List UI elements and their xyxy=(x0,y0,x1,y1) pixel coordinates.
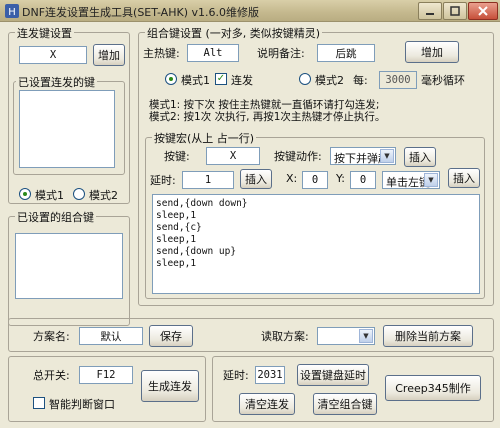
close-button[interactable] xyxy=(468,2,498,20)
keyboard-delay-input[interactable]: 2031 xyxy=(255,366,285,384)
clear-combo-button[interactable]: 清空组合键 xyxy=(313,393,377,415)
macro-insert-delay-button[interactable]: 插入 xyxy=(240,169,272,189)
script-line: sleep,1 xyxy=(156,210,197,221)
macro-delay-label: 延时: xyxy=(150,174,176,187)
master-switch-group: 总开关: F12 生成连发 智能判断窗口 xyxy=(8,356,206,422)
combo-mode1-radio[interactable] xyxy=(165,73,177,85)
set-combo-keys-legend: 已设置的组合键 xyxy=(15,209,96,225)
close-icon xyxy=(478,6,488,16)
script-line: send,{c} xyxy=(156,222,202,233)
burst-mode1-label: 模式1 xyxy=(35,189,64,202)
x-label: X: xyxy=(286,172,298,185)
set-burst-keys-group: 已设置连发的键 xyxy=(13,74,125,175)
combo-settings-legend: 组合键设置 (一对多, 类似按键精灵) xyxy=(145,25,323,41)
maximize-icon xyxy=(450,6,460,16)
y-input[interactable]: 0 xyxy=(350,171,376,189)
combo-add-button[interactable]: 增加 xyxy=(405,41,459,63)
macro-script-editor[interactable]: send,{down down} sleep,1 send,{c} sleep,1 se… xyxy=(152,194,480,294)
interval-unit-label: 毫秒循环 xyxy=(421,74,465,87)
chevron-down-icon: ▼ xyxy=(380,149,394,163)
macro-key-label: 按键: xyxy=(164,150,190,163)
macro-legend: 按键宏(从上 占一行) xyxy=(152,130,257,146)
burst-mode1-radio[interactable] xyxy=(19,188,31,200)
macro-group: 按键宏(从上 占一行) 按键: X 按键动作: 按下并弹起 ▼ 插入 延时: 1… xyxy=(145,130,485,299)
app-icon: H xyxy=(5,4,19,18)
svg-text:H: H xyxy=(8,7,16,18)
set-combo-keys-group: 已设置的组合键 xyxy=(8,209,130,326)
combo-mode1-label: 模式1 xyxy=(181,74,210,87)
delete-scheme-button[interactable]: 删除当前方案 xyxy=(383,325,473,347)
scheme-group: 方案名: 默认 保存 读取方案: ▼ 删除当前方案 xyxy=(8,318,494,352)
load-scheme-label: 读取方案: xyxy=(261,330,309,343)
scheme-name-input[interactable]: 默认 xyxy=(79,327,143,345)
generate-burst-button[interactable]: 生成连发 xyxy=(141,370,199,402)
credit-button[interactable]: Creep345制作 xyxy=(385,375,481,401)
script-line: send,{down down} xyxy=(156,198,248,209)
macro-action-select[interactable]: 按下并弹起 ▼ xyxy=(330,147,396,165)
burst-key-input[interactable]: X xyxy=(19,46,87,64)
window-client: 连发键设置 X 增加 已设置连发的键 模式1 模式2 已设置的组合键 组合键设置… xyxy=(0,22,500,428)
maximize-button[interactable] xyxy=(443,2,467,20)
burst-mode2-radio[interactable] xyxy=(73,188,85,200)
macro-delay-input[interactable]: 1 xyxy=(182,171,234,189)
y-label: Y: xyxy=(336,172,345,185)
keyboard-delay-label: 延时: xyxy=(223,369,249,382)
scheme-save-button[interactable]: 保存 xyxy=(149,325,193,347)
burst-add-button[interactable]: 增加 xyxy=(93,44,125,66)
macro-insert-mouse-button[interactable]: 插入 xyxy=(448,168,480,188)
chevron-down-icon: ▼ xyxy=(359,329,373,343)
script-line: sleep,1 xyxy=(156,258,197,269)
macro-insert-key-button[interactable]: 插入 xyxy=(404,147,436,167)
mouse-action-select[interactable]: 单击左键 ▼ xyxy=(382,171,440,189)
scheme-name-label: 方案名: xyxy=(33,330,70,343)
load-scheme-select[interactable]: ▼ xyxy=(317,327,375,345)
macro-key-input[interactable]: X xyxy=(206,147,260,165)
combo-keys-list[interactable] xyxy=(15,233,123,299)
combo-mode2-label: 模式2 xyxy=(315,74,344,87)
combo-mode2-radio[interactable] xyxy=(299,73,311,85)
window-title: DNF连发设置生成工具(SET-AHK) v1.6.0维修版 xyxy=(22,6,259,19)
minimize-icon xyxy=(426,13,434,15)
script-line: send,{down up} xyxy=(156,246,237,257)
clear-burst-button[interactable]: 清空连发 xyxy=(239,393,295,415)
chevron-down-icon: ▼ xyxy=(424,173,438,187)
burst-checkbox-label: 连发 xyxy=(231,74,253,87)
hotkey-input[interactable]: Alt xyxy=(187,44,239,62)
smart-window-checkbox[interactable] xyxy=(33,397,45,409)
set-keyboard-delay-button[interactable]: 设置键盘延时 xyxy=(297,364,369,386)
burst-mode2-label: 模式2 xyxy=(89,189,118,202)
set-burst-keys-legend: 已设置连发的键 xyxy=(16,74,97,90)
master-switch-input[interactable]: F12 xyxy=(79,366,133,384)
delay-group: 延时: 2031 设置键盘延时 清空连发 清空组合键 Creep345制作 xyxy=(212,356,494,422)
burst-settings-group: 连发键设置 X 增加 已设置连发的键 模式1 模式2 xyxy=(8,25,130,204)
note-label: 说明备注: xyxy=(257,47,305,60)
interval-input[interactable]: 3000 xyxy=(379,71,417,89)
hotkey-label: 主热键: xyxy=(143,47,180,60)
smart-window-label: 智能判断窗口 xyxy=(49,398,115,411)
burst-settings-legend: 连发键设置 xyxy=(15,25,74,41)
burst-keys-list[interactable] xyxy=(19,90,115,168)
minimize-button[interactable] xyxy=(418,2,442,20)
mode-description-2: 模式2: 按1次 次执行, 再按1次主热键才停止执行。 xyxy=(149,111,386,123)
burst-checkbox[interactable]: ✓ xyxy=(215,73,227,85)
title-bar[interactable]: H DNF连发设置生成工具(SET-AHK) v1.6.0维修版 xyxy=(0,0,500,22)
every-label: 每: xyxy=(353,74,368,87)
x-input[interactable]: 0 xyxy=(302,171,328,189)
macro-action-label: 按键动作: xyxy=(274,150,322,163)
master-switch-label: 总开关: xyxy=(33,369,70,382)
combo-settings-group: 组合键设置 (一对多, 类似按键精灵) 主热键: Alt 说明备注: 后跳 增加… xyxy=(138,25,494,306)
note-input[interactable]: 后跳 xyxy=(317,44,375,62)
script-line: sleep,1 xyxy=(156,234,197,245)
